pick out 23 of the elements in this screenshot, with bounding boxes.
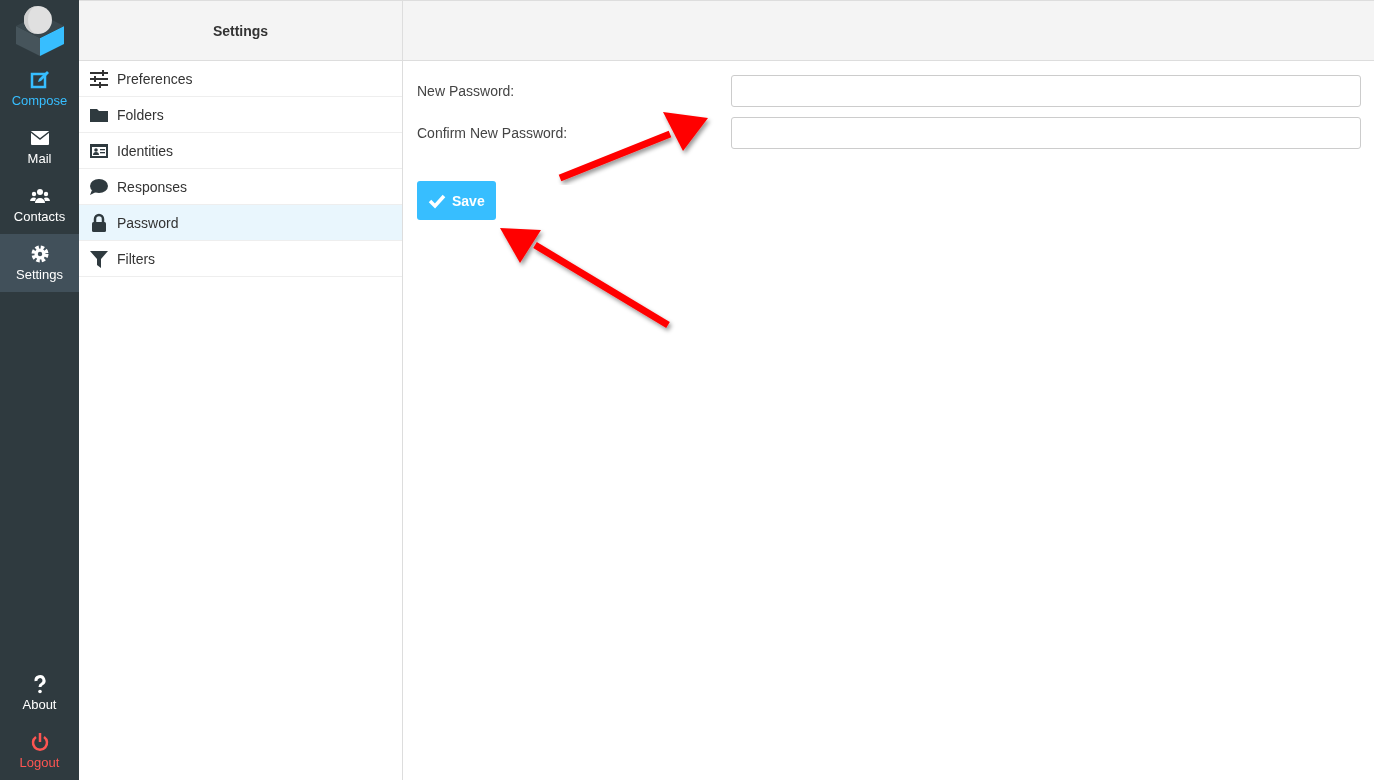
field-label: Confirm New Password: <box>417 125 569 141</box>
sliders-icon <box>89 68 109 89</box>
filter-icon <box>89 248 109 269</box>
nav-button[interactable]: About <box>0 664 79 722</box>
panel-title: Settings <box>79 0 402 61</box>
envelope-icon <box>29 128 50 148</box>
logo-icon <box>13 4 66 56</box>
speech-bubble-icon <box>89 176 109 197</box>
password-field[interactable] <box>731 117 1361 149</box>
edit-icon <box>29 70 50 90</box>
password-field[interactable] <box>731 75 1361 107</box>
field-label: New Password: <box>417 83 516 99</box>
nav-button[interactable]: Contacts <box>0 176 79 234</box>
lock-icon <box>89 212 109 233</box>
nav-button[interactable]: Mail <box>0 118 79 176</box>
checkmark-icon <box>428 192 446 209</box>
settings-item[interactable]: Password <box>79 205 402 241</box>
settings-icon <box>29 244 50 264</box>
nav-button[interactable]: Compose <box>0 60 79 118</box>
nav-button[interactable]: Logout <box>0 722 79 780</box>
nav-button[interactable]: Settings <box>0 234 79 292</box>
power-icon <box>29 732 50 752</box>
users-icon <box>29 186 50 206</box>
